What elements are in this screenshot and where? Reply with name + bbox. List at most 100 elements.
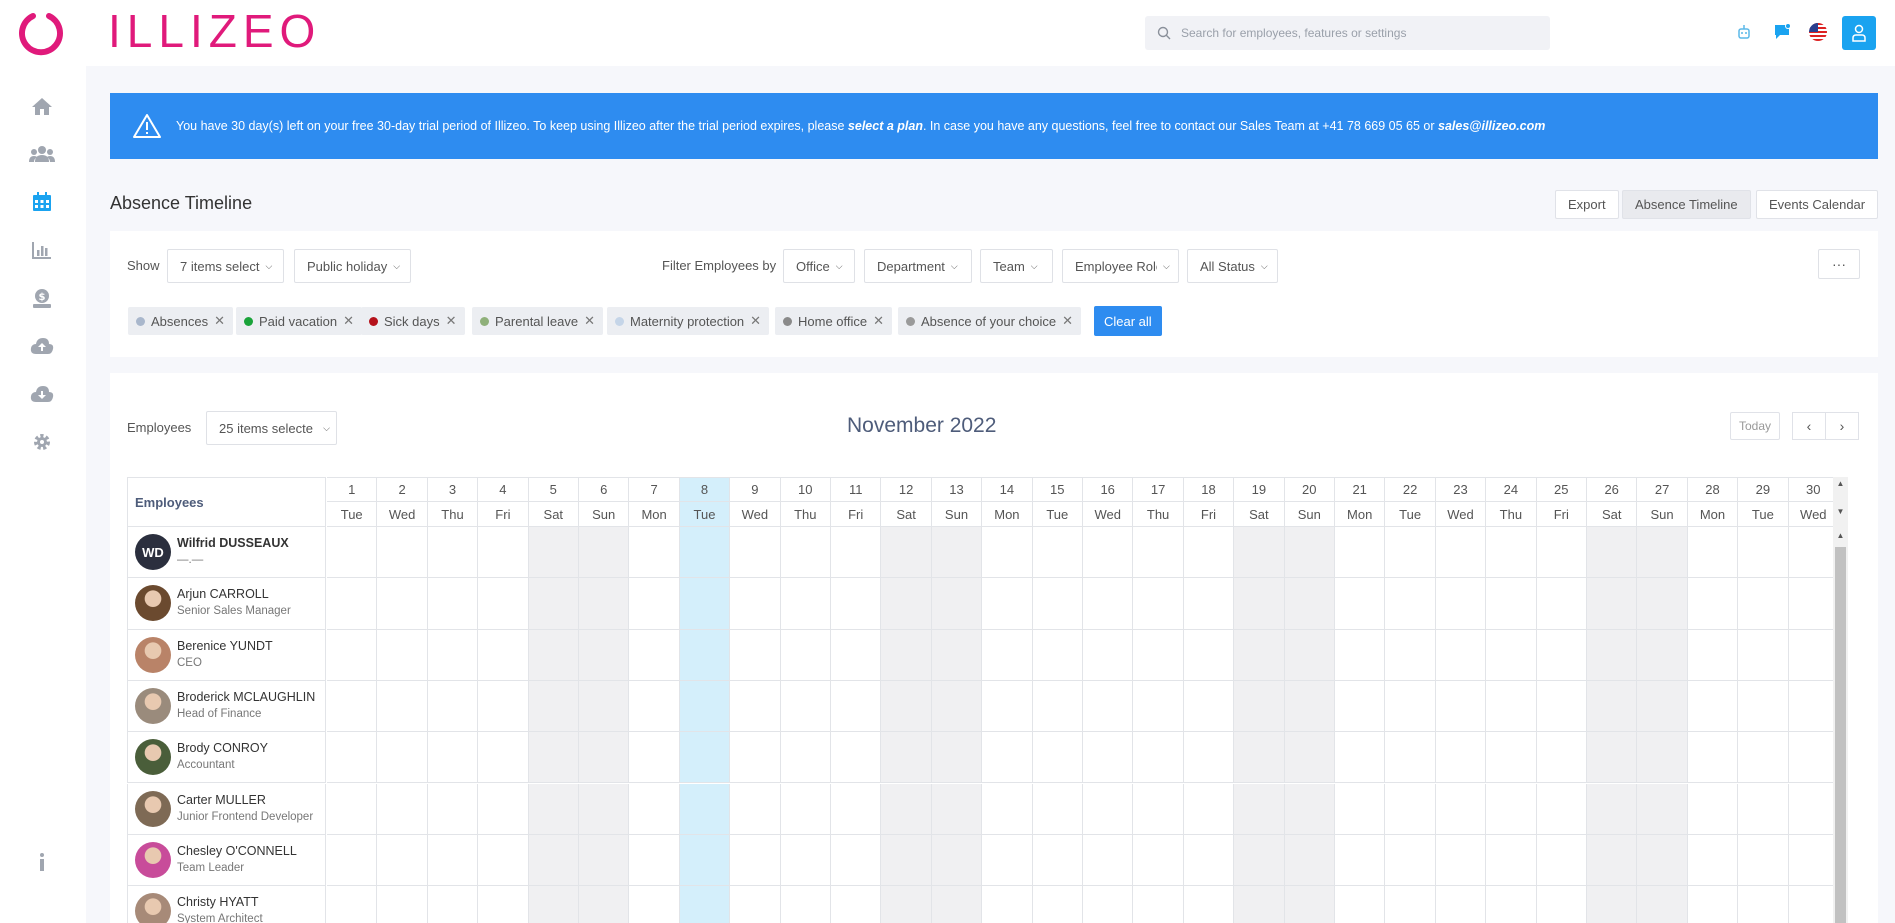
employee-name[interactable]: Broderick MCLAUGHLIN <box>177 689 315 706</box>
home-icon[interactable] <box>28 92 56 120</box>
day-cell[interactable] <box>1133 578 1184 630</box>
day-cell[interactable] <box>528 834 579 887</box>
day-cell[interactable] <box>1637 527 1688 579</box>
day-cell[interactable] <box>1335 527 1386 579</box>
day-cell[interactable] <box>1435 783 1487 835</box>
day-cell[interactable] <box>427 732 479 784</box>
day-cell[interactable] <box>982 527 1033 579</box>
day-cell[interactable] <box>1536 732 1587 784</box>
day-cell[interactable] <box>1486 732 1537 784</box>
day-cell[interactable] <box>1183 629 1235 681</box>
filter-chip[interactable]: Parental leave ✕ <box>472 307 604 335</box>
day-cell[interactable] <box>377 783 428 835</box>
day-cell[interactable] <box>1032 783 1083 835</box>
day-cell[interactable] <box>327 527 378 579</box>
employee-name[interactable]: Berenice YUNDT <box>177 638 273 655</box>
sales-email-link[interactable]: sales@illizeo.com <box>1438 119 1545 133</box>
day-cell[interactable] <box>1738 732 1789 784</box>
day-cell[interactable] <box>1133 834 1184 887</box>
day-cell[interactable] <box>1183 527 1235 579</box>
avatar[interactable]: WD <box>135 534 171 571</box>
employee-row[interactable]: Broderick MCLAUGHLIN Head of Finance <box>127 680 326 733</box>
day-cell[interactable] <box>831 783 882 835</box>
day-cell[interactable] <box>427 527 479 579</box>
day-cell[interactable] <box>1587 783 1638 835</box>
day-cell[interactable] <box>1738 578 1789 630</box>
download-cloud-icon[interactable] <box>28 380 56 408</box>
day-cell[interactable] <box>881 680 932 733</box>
day-cell[interactable] <box>1587 834 1638 887</box>
day-cell[interactable] <box>1335 578 1386 630</box>
day-cell[interactable] <box>1133 629 1184 681</box>
day-cell[interactable] <box>1536 680 1587 733</box>
day-cell[interactable] <box>1183 834 1235 887</box>
day-cell[interactable] <box>831 732 882 784</box>
day-cell[interactable] <box>1032 680 1083 733</box>
day-cell[interactable] <box>1083 886 1134 923</box>
close-icon[interactable]: ✕ <box>750 313 761 329</box>
day-cell[interactable] <box>1284 578 1335 630</box>
day-cell[interactable] <box>679 886 731 923</box>
day-cell[interactable] <box>327 732 378 784</box>
day-cell[interactable] <box>377 629 428 681</box>
day-cell[interactable] <box>679 680 731 733</box>
vertical-scrollbar[interactable]: ▲ ▼ ▲ <box>1833 477 1848 923</box>
day-cell[interactable] <box>528 783 579 835</box>
day-cell[interactable] <box>327 629 378 681</box>
day-cell[interactable] <box>1385 886 1436 923</box>
employee-row[interactable]: Christy HYATT System Architect <box>127 886 326 923</box>
day-cell[interactable] <box>427 834 479 887</box>
status-filter-dropdown[interactable]: All Status ⌵ <box>1187 249 1278 283</box>
close-icon[interactable]: ✕ <box>343 313 354 329</box>
filter-chip[interactable]: Maternity protection ✕ <box>607 307 770 335</box>
day-cell[interactable] <box>881 527 932 579</box>
day-cell[interactable] <box>528 629 579 681</box>
close-icon[interactable]: ✕ <box>446 313 457 329</box>
day-cell[interactable] <box>528 527 579 579</box>
day-cell[interactable] <box>982 834 1033 887</box>
day-cell[interactable] <box>931 629 983 681</box>
employee-row[interactable]: Brody CONROY Accountant <box>127 732 326 784</box>
day-cell[interactable] <box>1032 834 1083 887</box>
day-cell[interactable] <box>1183 578 1235 630</box>
day-cell[interactable] <box>579 629 630 681</box>
employee-name[interactable]: Brody CONROY <box>177 740 268 757</box>
day-cell[interactable] <box>1385 680 1436 733</box>
day-cell[interactable] <box>780 783 831 835</box>
day-cell[interactable] <box>528 578 579 630</box>
day-cell[interactable] <box>1587 732 1638 784</box>
day-cell[interactable] <box>1637 886 1688 923</box>
export-button[interactable]: Export <box>1555 190 1619 219</box>
day-cell[interactable] <box>730 783 781 835</box>
day-cell[interactable] <box>1133 732 1184 784</box>
employee-row[interactable]: WD Wilfrid DUSSEAUX —.— <box>127 527 326 579</box>
us-flag-icon[interactable] <box>1807 21 1829 43</box>
day-cell[interactable] <box>1637 783 1688 835</box>
day-cell[interactable] <box>931 783 983 835</box>
day-cell[interactable] <box>1687 834 1739 887</box>
day-cell[interactable] <box>1183 886 1235 923</box>
day-cell[interactable] <box>478 732 529 784</box>
logo-ring-icon[interactable] <box>19 10 65 56</box>
day-cell[interactable] <box>377 886 428 923</box>
day-cell[interactable] <box>1183 680 1235 733</box>
search-input[interactable] <box>1181 26 1541 40</box>
day-cell[interactable] <box>1335 783 1386 835</box>
day-cell[interactable] <box>1637 680 1688 733</box>
day-cell[interactable] <box>730 834 781 887</box>
employee-row[interactable]: Carter MULLER Junior Frontend Developer <box>127 783 326 835</box>
avatar[interactable] <box>135 790 171 827</box>
day-cell[interactable] <box>831 629 882 681</box>
day-cell[interactable] <box>1234 732 1285 784</box>
day-cell[interactable] <box>1687 783 1739 835</box>
employee-role-filter-dropdown[interactable]: Employee Role ⌵ <box>1062 249 1179 283</box>
day-cell[interactable] <box>427 680 479 733</box>
day-cell[interactable] <box>478 834 529 887</box>
next-month-button[interactable]: › <box>1825 412 1859 440</box>
day-cell[interactable] <box>478 886 529 923</box>
filter-chip[interactable]: Home office ✕ <box>775 307 893 335</box>
day-cell[interactable] <box>327 886 378 923</box>
day-cell[interactable] <box>1435 578 1487 630</box>
day-cell[interactable] <box>679 834 731 887</box>
day-cell[interactable] <box>1335 680 1386 733</box>
